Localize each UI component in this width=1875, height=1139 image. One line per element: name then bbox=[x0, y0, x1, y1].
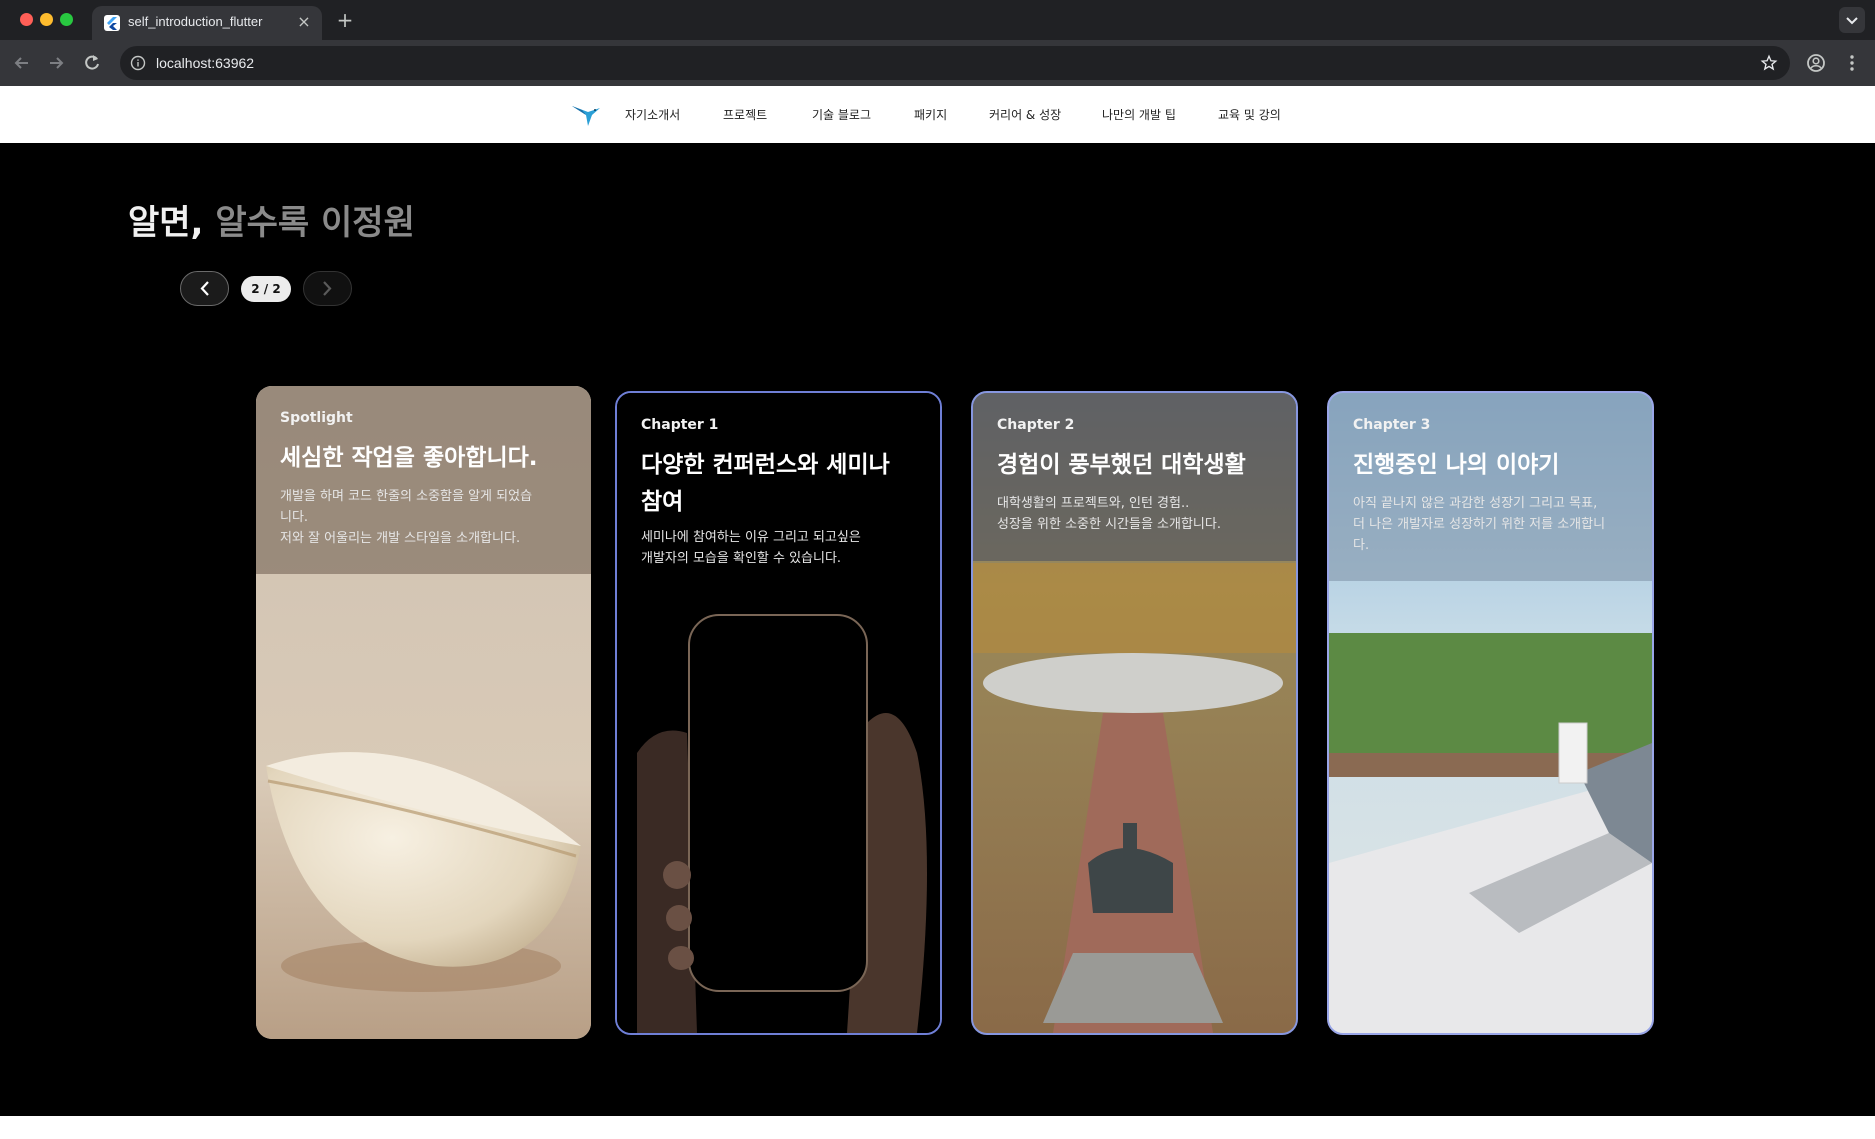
card-description: 아직 끝나지 않은 과감한 성장기 그리고 목표, 더 나은 개발자로 성장하기… bbox=[1353, 496, 1606, 553]
card-label: Chapter 1 bbox=[641, 417, 719, 433]
spotlight-card[interactable]: Spotlight 세심한 작업을 좋아합니다. 개발을 하며 코드 한줄의 소… bbox=[256, 386, 591, 1039]
card-label: Chapter 2 bbox=[997, 417, 1075, 433]
close-window-button[interactable] bbox=[20, 13, 33, 26]
profile-icon bbox=[1807, 54, 1825, 72]
arrow-left-icon bbox=[14, 57, 28, 69]
kebab-menu-icon bbox=[1850, 55, 1854, 71]
nav-item-education[interactable]: 교육 및 강의 bbox=[1218, 106, 1281, 123]
site-navigation: 자기소개서 프로젝트 기술 블로그 패키지 커리어 & 성장 나만의 개발 팁 … bbox=[0, 86, 1875, 143]
chevron-left-icon bbox=[200, 281, 209, 296]
minimize-window-button[interactable] bbox=[40, 13, 53, 26]
site-info-icon[interactable] bbox=[130, 55, 146, 71]
forward-button[interactable] bbox=[44, 51, 68, 75]
browser-toolbar: localhost:63962 bbox=[0, 40, 1875, 86]
card-description: 개발을 하며 코드 한줄의 소중함을 알게 되었습 니다. 저와 잘 어울리는 … bbox=[280, 489, 533, 546]
nav-item-dev-tips[interactable]: 나만의 개발 팁 bbox=[1102, 106, 1176, 123]
page-counter: 2 / 2 bbox=[241, 276, 291, 302]
chevron-right-icon bbox=[323, 281, 332, 296]
browser-menu-button[interactable] bbox=[1840, 51, 1864, 75]
page-headline: 알면, 알수록 이정원 bbox=[128, 195, 415, 244]
close-tab-icon[interactable]: × bbox=[294, 12, 314, 32]
chevron-down-icon bbox=[1846, 17, 1858, 25]
new-tab-button[interactable]: + bbox=[332, 8, 358, 34]
reload-icon bbox=[85, 55, 99, 70]
card-title: 진행중인 나의 이야기 bbox=[1353, 452, 1560, 478]
nav-item-packages[interactable]: 패키지 bbox=[914, 106, 947, 123]
nav-item-career[interactable]: 커리어 & 성장 bbox=[989, 106, 1061, 123]
back-button[interactable] bbox=[10, 51, 34, 75]
headline-dim: 알수록 이정원 bbox=[215, 203, 415, 243]
tab-search-button[interactable] bbox=[1839, 7, 1865, 33]
next-page-button[interactable] bbox=[303, 271, 352, 306]
profile-button[interactable] bbox=[1804, 51, 1828, 75]
card-label: Chapter 3 bbox=[1353, 417, 1431, 433]
browser-tab[interactable]: self_introduction_flutter × bbox=[92, 6, 322, 40]
card-title: 세심한 작업을 좋아합니다. bbox=[280, 445, 538, 471]
page-footer-strip bbox=[0, 1116, 1875, 1139]
url-text[interactable]: localhost:63962 bbox=[156, 55, 254, 71]
nav-item-tech-blog[interactable]: 기술 블로그 bbox=[812, 106, 871, 123]
chapter-1-card[interactable]: Chapter 1 다양한 컨퍼런스와 세미나 참여 세미나에 참여하는 이유 … bbox=[615, 391, 942, 1035]
card-title: 경험이 풍부했던 대학생활 bbox=[997, 452, 1246, 478]
arrow-right-icon bbox=[50, 57, 64, 69]
address-bar[interactable]: localhost:63962 bbox=[120, 46, 1790, 80]
card-description: 대학생활의 프로젝트와, 인턴 경험.. 성장을 위한 소중한 시간들을 소개합… bbox=[997, 496, 1221, 532]
reload-button[interactable] bbox=[80, 51, 104, 75]
chapter-3-card[interactable]: Chapter 3 진행중인 나의 이야기 아직 끝나지 않은 과감한 성장기 … bbox=[1327, 391, 1654, 1035]
nav-item-projects[interactable]: 프로젝트 bbox=[723, 106, 767, 123]
headline-bright: 알면, bbox=[128, 203, 204, 243]
hummingbird-logo-icon[interactable] bbox=[570, 100, 602, 130]
browser-titlebar: self_introduction_flutter × + bbox=[0, 0, 1875, 40]
previous-page-button[interactable] bbox=[180, 271, 229, 306]
card-title: 다양한 컨퍼런스와 세미나 참여 bbox=[641, 452, 890, 515]
maximize-window-button[interactable] bbox=[60, 13, 73, 26]
nav-item-intro[interactable]: 자기소개서 bbox=[625, 106, 680, 123]
chapter-2-card[interactable]: Chapter 2 경험이 풍부했던 대학생활 대학생활의 프로젝트와, 인턴 … bbox=[971, 391, 1298, 1035]
card-description: 세미나에 참여하는 이유 그리고 되고싶은 개발자의 모습을 확인할 수 있습니… bbox=[641, 530, 861, 566]
tab-title: self_introduction_flutter bbox=[128, 14, 263, 29]
main-content: 알면, 알수록 이정원 2 / 2 Spotlight 세심한 작업을 좋아합니… bbox=[0, 143, 1875, 1116]
card-label: Spotlight bbox=[280, 410, 353, 426]
bookmark-star-icon[interactable] bbox=[1760, 54, 1778, 72]
flutter-favicon-icon bbox=[104, 15, 120, 31]
